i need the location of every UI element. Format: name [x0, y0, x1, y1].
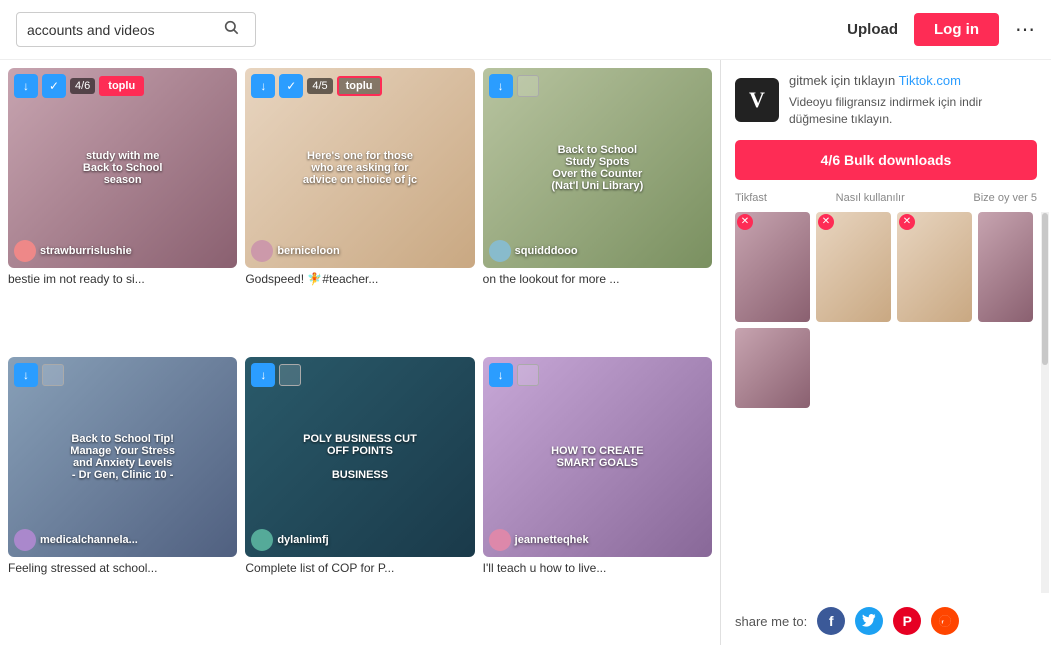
select-button[interactable]: [279, 364, 301, 386]
strip-remove-button[interactable]: ✕: [818, 214, 834, 230]
video-overlay-text: study with me Back to School season: [8, 68, 237, 268]
tiktok-link[interactable]: Tiktok.com: [899, 73, 961, 88]
panel-header: V gitmek için tıklayın Tiktok.com Videoy…: [721, 60, 1051, 136]
facebook-share-button[interactable]: f: [817, 607, 845, 635]
account-name: strawburrislushie: [40, 245, 132, 257]
account-name: dylanlimfj: [277, 534, 328, 546]
video-caption: bestie im not ready to si...: [8, 272, 237, 286]
pinterest-share-button[interactable]: P: [893, 607, 921, 635]
video-card[interactable]: Back to School Study Spots Over the Coun…: [483, 68, 712, 349]
select-button[interactable]: [517, 75, 539, 97]
sidebar-panel: V gitmek için tıklayın Tiktok.com Videoy…: [720, 60, 1051, 645]
video-caption: I'll teach u how to live...: [483, 561, 712, 575]
video-caption: Godspeed! 🧚#teacher...: [245, 272, 474, 286]
twitter-share-button[interactable]: [855, 607, 883, 635]
video-actions: ↓: [489, 74, 539, 98]
upload-button[interactable]: Upload: [847, 21, 898, 38]
download-button[interactable]: ↓: [251, 363, 275, 387]
select-button[interactable]: [42, 364, 64, 386]
video-overlay-text: Back to School Study Spots Over the Coun…: [483, 68, 712, 268]
download-button[interactable]: ↓: [489, 363, 513, 387]
video-card[interactable]: Here's one for those who are asking for …: [245, 68, 474, 349]
video-overlay-text: POLY BUSINESS CUT OFF POINTS BUSINESS: [245, 357, 474, 557]
download-button[interactable]: ↓: [14, 363, 38, 387]
video-actions: ↓: [489, 363, 539, 387]
account-name: jeannetteqhek: [515, 534, 589, 546]
strip-thumb-partial: [978, 212, 1033, 322]
nasil-link[interactable]: Nasıl kullanılır: [836, 192, 905, 204]
panel-scrollbar-thumb: [1042, 213, 1048, 365]
strip-thumb: ✕: [816, 212, 891, 322]
bulk-download-button[interactable]: 4/6 Bulk downloads: [735, 140, 1037, 180]
v-logo: V: [735, 78, 779, 122]
main-content: study with me Back to School season↓✓4/6…: [0, 60, 1051, 645]
panel-scroll-area: ✕ ✕ ✕: [721, 212, 1051, 593]
login-button[interactable]: Log in: [914, 13, 999, 46]
select-button[interactable]: [517, 364, 539, 386]
account-name: berniceloon: [277, 245, 339, 257]
download-button[interactable]: ↓: [489, 74, 513, 98]
strip-remove-button[interactable]: ✕: [737, 214, 753, 230]
strip-thumb: ✕: [897, 212, 972, 322]
account-avatar: [489, 240, 511, 262]
video-caption: on the lookout for more ...: [483, 272, 712, 286]
account-badge: squidddooo: [489, 240, 578, 262]
check-button[interactable]: ✓: [279, 74, 303, 98]
account-avatar: [251, 529, 273, 551]
account-name: medicalchannela...: [40, 534, 138, 546]
video-caption: Complete list of COP for P...: [245, 561, 474, 575]
panel-meta: Tikfast Nasıl kullanılır Bize oy ver 5: [721, 188, 1051, 212]
download-button[interactable]: ↓: [14, 74, 38, 98]
header: Upload Log in ⋯: [0, 0, 1051, 60]
video-overlay-text: HOW TO CREATE SMART GOALS: [483, 357, 712, 557]
count-badge: 4/5: [307, 78, 332, 94]
strip-remove-button[interactable]: ✕: [899, 214, 915, 230]
header-right: Upload Log in ⋯: [847, 13, 1035, 46]
video-actions: ↓✓4/6toplu: [14, 74, 144, 98]
video-card[interactable]: Back to School Tip! Manage Your Stress a…: [8, 357, 237, 638]
panel-scrollbar[interactable]: [1041, 212, 1049, 593]
account-badge: berniceloon: [251, 240, 339, 262]
account-badge: dylanlimfj: [251, 529, 328, 551]
toplu-button[interactable]: toplu: [99, 76, 144, 96]
search-bar: [16, 12, 256, 47]
account-avatar: [14, 529, 36, 551]
account-badge: medicalchannela...: [14, 529, 138, 551]
more-button[interactable]: ⋯: [1015, 17, 1035, 42]
tikfast-label: Tikfast: [735, 192, 767, 204]
video-actions: ↓: [14, 363, 64, 387]
video-overlay-text: Back to School Tip! Manage Your Stress a…: [8, 357, 237, 557]
video-card[interactable]: POLY BUSINESS CUT OFF POINTS BUSINESS↓ dy…: [245, 357, 474, 638]
video-overlay-text: Here's one for those who are asking for …: [245, 68, 474, 268]
thumb-strip: ✕ ✕ ✕: [721, 212, 1051, 322]
account-avatar: [14, 240, 36, 262]
reddit-share-button[interactable]: r: [931, 607, 959, 635]
video-caption: Feeling stressed at school...: [8, 561, 237, 575]
video-actions: ↓✓4/5 toplu: [251, 74, 381, 98]
account-badge: jeannetteqhek: [489, 529, 589, 551]
video-card[interactable]: HOW TO CREATE SMART GOALS↓ jeannetteqhek I…: [483, 357, 712, 638]
account-name: squidddooo: [515, 245, 578, 257]
panel-info: gitmek için tıklayın Tiktok.com Videoyu …: [789, 72, 1037, 128]
search-input[interactable]: [27, 22, 217, 38]
search-button[interactable]: [223, 19, 239, 40]
panel-title: gitmek için tıklayın Tiktok.com: [789, 72, 1037, 90]
download-button[interactable]: ↓: [251, 74, 275, 98]
check-button[interactable]: ✓: [42, 74, 66, 98]
account-badge: strawburrislushie: [14, 240, 132, 262]
share-row: share me to: f P r: [721, 597, 1051, 645]
strip-thumb: ✕: [735, 212, 810, 322]
video-actions: ↓: [251, 363, 301, 387]
bize-oy-link[interactable]: Bize oy ver 5: [973, 192, 1037, 204]
toplu-button[interactable]: toplu: [337, 76, 382, 96]
video-card[interactable]: study with me Back to School season↓✓4/6…: [8, 68, 237, 349]
count-badge: 4/6: [70, 78, 95, 94]
account-avatar: [489, 529, 511, 551]
video-grid: study with me Back to School season↓✓4/6…: [0, 60, 720, 645]
account-avatar: [251, 240, 273, 262]
share-label: share me to:: [735, 614, 807, 629]
panel-subtitle: Videoyu filigransız indirmek için indir …: [789, 94, 1037, 128]
